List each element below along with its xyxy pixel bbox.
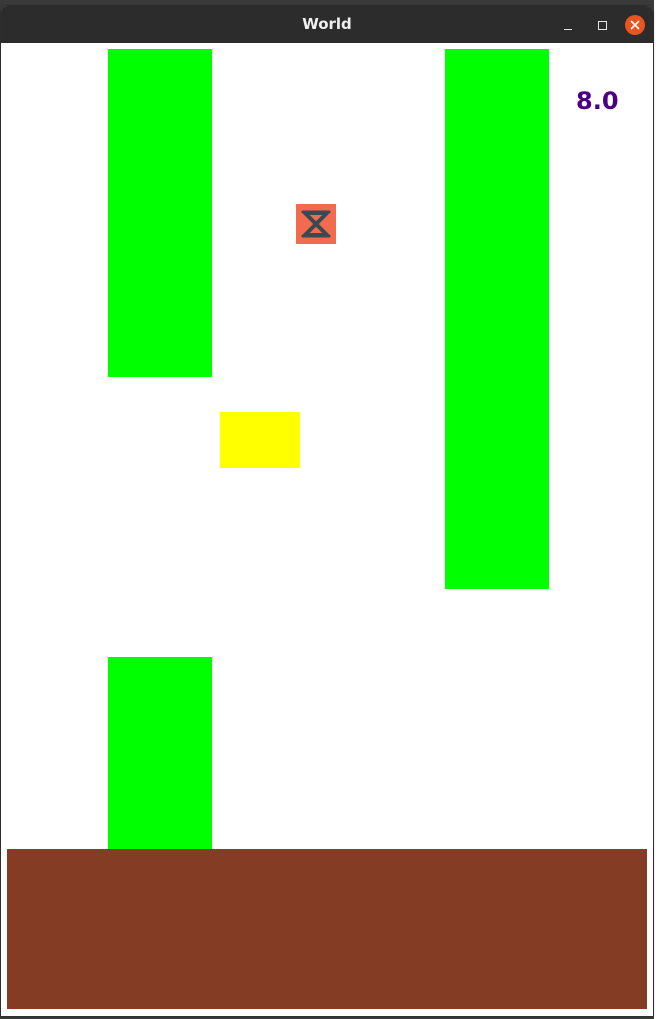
pipe-top-left [108,49,212,377]
pipe-top-right [445,49,549,589]
maximize-button[interactable] [592,15,612,35]
hourglass-badge [296,204,336,244]
bird [220,412,300,468]
minimize-icon [564,28,572,30]
title-bar[interactable]: World [1,6,653,43]
game-canvas[interactable]: 8.0 [1,43,653,1016]
ground [7,849,647,1009]
minimize-button[interactable] [558,15,578,35]
hourglass-icon [301,210,331,238]
window-title: World [302,15,352,33]
close-icon [630,20,640,30]
maximize-icon [597,20,607,30]
pipe-bottom-left [108,657,212,850]
game-window: World 8.0 [1,6,653,1016]
close-button[interactable] [625,15,645,35]
background-window-edge [654,0,660,1019]
score-display: 8.0 [576,87,619,115]
